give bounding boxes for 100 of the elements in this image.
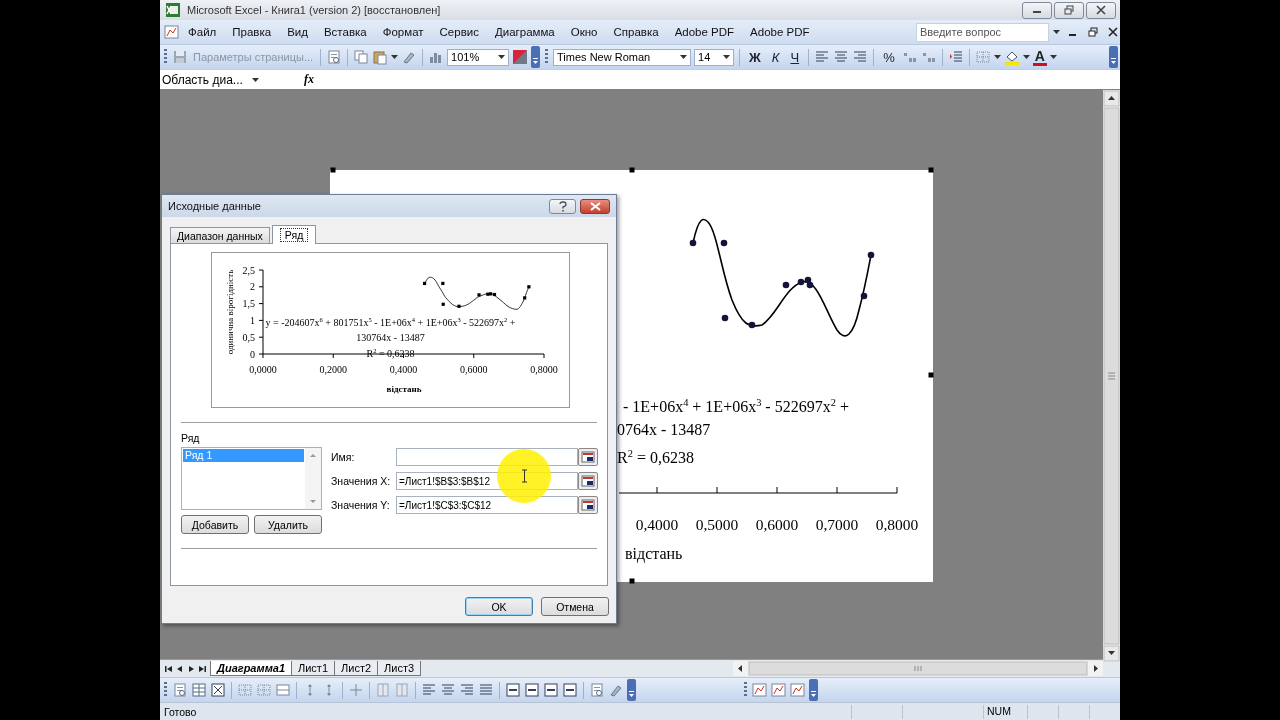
field-label: Имя: xyxy=(331,451,356,463)
toolbar-options-icon[interactable] xyxy=(1109,46,1118,68)
align-right-icon[interactable] xyxy=(459,682,475,698)
frame-icon[interactable] xyxy=(524,682,540,698)
bold-button[interactable]: Ж xyxy=(745,49,765,65)
dropdown-caret-icon[interactable] xyxy=(1022,55,1030,59)
font-color-button[interactable]: A xyxy=(1032,48,1047,66)
text-cursor-icon xyxy=(521,469,528,483)
dropdown-caret-icon[interactable] xyxy=(1053,30,1060,34)
chart-icon[interactable] xyxy=(752,682,768,698)
italic-button[interactable]: К xyxy=(767,49,784,65)
align-right-icon[interactable] xyxy=(852,49,869,65)
align-center-icon[interactable] xyxy=(440,682,456,698)
close-button[interactable] xyxy=(580,198,610,214)
range-select-button[interactable] xyxy=(578,496,598,514)
selection-handle[interactable] xyxy=(928,372,934,378)
align-left-icon[interactable] xyxy=(421,682,437,698)
menu-item[interactable]: Окно xyxy=(562,24,606,40)
align-left-icon[interactable] xyxy=(814,49,831,65)
menu-item[interactable]: Файл xyxy=(180,24,225,40)
range-select-button[interactable] xyxy=(578,448,598,466)
dropdown-caret-icon[interactable] xyxy=(1049,55,1057,59)
indent-icon[interactable] xyxy=(947,49,964,65)
menu-item[interactable]: Сервис xyxy=(431,24,487,40)
percent-button[interactable]: % xyxy=(879,49,899,65)
dropdown-caret-icon[interactable] xyxy=(680,55,688,59)
menu-item[interactable]: Adobe PDF xyxy=(666,24,743,40)
data-point xyxy=(748,321,756,329)
minimize-button[interactable] xyxy=(1022,1,1052,19)
frame-icon[interactable] xyxy=(543,682,559,698)
zoom-combo[interactable]: 101% xyxy=(447,48,510,66)
tick-label: 2 xyxy=(250,281,255,293)
help-button[interactable] xyxy=(549,198,576,214)
dropdown-caret-icon[interactable] xyxy=(993,55,1001,59)
list-scrollbar[interactable] xyxy=(305,448,321,509)
color-swatch-icon[interactable] xyxy=(512,49,529,65)
cancel-button[interactable]: Отмена xyxy=(541,597,609,616)
menu-item[interactable]: Adobe PDF xyxy=(742,24,818,40)
horizontal-scrollbar[interactable] xyxy=(733,661,1103,676)
toolbar-options-icon[interactable] xyxy=(531,46,541,68)
next-sheet-icon[interactable] xyxy=(186,663,196,674)
last-sheet-icon[interactable] xyxy=(197,663,207,674)
tick-label: 0,6000 xyxy=(460,364,488,375)
fill-color-icon[interactable] xyxy=(1003,49,1020,65)
copy-icon[interactable] xyxy=(353,49,370,65)
help-search-field[interactable]: Введите вопрос xyxy=(916,22,1049,42)
chart-icon[interactable] xyxy=(771,682,787,698)
data-point xyxy=(782,281,790,289)
restore-icon[interactable] xyxy=(1088,27,1098,37)
tick-label: 0,4000 xyxy=(389,364,418,375)
close-button[interactable] xyxy=(1086,1,1116,19)
tick-label: 0,2000 xyxy=(319,364,347,375)
menu-item[interactable]: Справка xyxy=(605,24,667,40)
data-point xyxy=(721,314,729,322)
name-box[interactable]: Область диа... xyxy=(160,71,262,88)
font-size-combo[interactable]: 14 xyxy=(694,48,735,66)
dropdown-caret-icon[interactable] xyxy=(252,77,259,82)
sheet-tab[interactable]: Диаграмма1 xyxy=(210,661,292,676)
toolbar-options-icon[interactable] xyxy=(809,679,818,701)
selection-handle[interactable] xyxy=(629,167,635,173)
selection-handle[interactable] xyxy=(629,578,635,584)
sheet-tab[interactable]: Лист1 xyxy=(291,661,336,676)
font-combo[interactable]: Times New Roman xyxy=(553,48,692,66)
rows-icon[interactable] xyxy=(275,682,291,698)
menu-item[interactable]: Вставка xyxy=(315,24,375,40)
data-point xyxy=(689,239,697,247)
tab[interactable]: Ряд xyxy=(271,225,317,244)
series-label: Ряд xyxy=(181,432,200,444)
justify-icon[interactable] xyxy=(478,682,494,698)
menu-item[interactable]: Формат xyxy=(374,24,432,40)
dropdown-caret-icon[interactable] xyxy=(391,55,399,59)
selection-handle[interactable] xyxy=(330,167,336,173)
selection-handle[interactable] xyxy=(928,167,934,173)
tab[interactable]: Диапазон данных xyxy=(170,227,270,243)
underline-button[interactable]: Ч xyxy=(786,49,804,65)
insert-function-button[interactable]: fx xyxy=(302,72,316,87)
trendline-equation: - 1E+06x$^{4}$ + 1E+06x$^{3}$ - 522697x$^{2}$ + xyxy=(623,397,849,417)
sheet-tab[interactable]: Лист2 xyxy=(334,661,379,676)
menu-item[interactable]: Диаграмма xyxy=(486,24,563,40)
menu-item[interactable]: Правка xyxy=(224,24,280,40)
frame-icon[interactable] xyxy=(562,682,578,698)
toolbar-options-icon[interactable] xyxy=(627,679,636,701)
align-center-icon[interactable] xyxy=(833,49,850,65)
close-icon[interactable] xyxy=(1108,27,1118,37)
dropdown-caret-icon[interactable] xyxy=(498,55,506,59)
frame-icon[interactable] xyxy=(505,682,521,698)
first-sheet-icon[interactable] xyxy=(164,663,174,674)
previous-sheet-icon[interactable] xyxy=(175,663,185,674)
range-field[interactable]: =Лист1!$C$3:$C$12 xyxy=(396,496,578,514)
add-button[interactable]: Добавить xyxy=(181,515,249,534)
print-preview-icon[interactable] xyxy=(326,49,343,65)
remove-button[interactable]: Удалить xyxy=(254,515,322,534)
dropdown-caret-icon[interactable] xyxy=(723,55,731,59)
vertical-scrollbar[interactable] xyxy=(1103,90,1120,662)
ok-button[interactable]: OK xyxy=(465,597,533,616)
collapse-dialog-icon xyxy=(581,451,595,463)
range-select-button[interactable] xyxy=(578,472,598,490)
menu-item[interactable]: Вид xyxy=(279,24,316,40)
sheet-tab[interactable]: Лист3 xyxy=(377,661,422,676)
chart-icon[interactable] xyxy=(790,682,806,698)
